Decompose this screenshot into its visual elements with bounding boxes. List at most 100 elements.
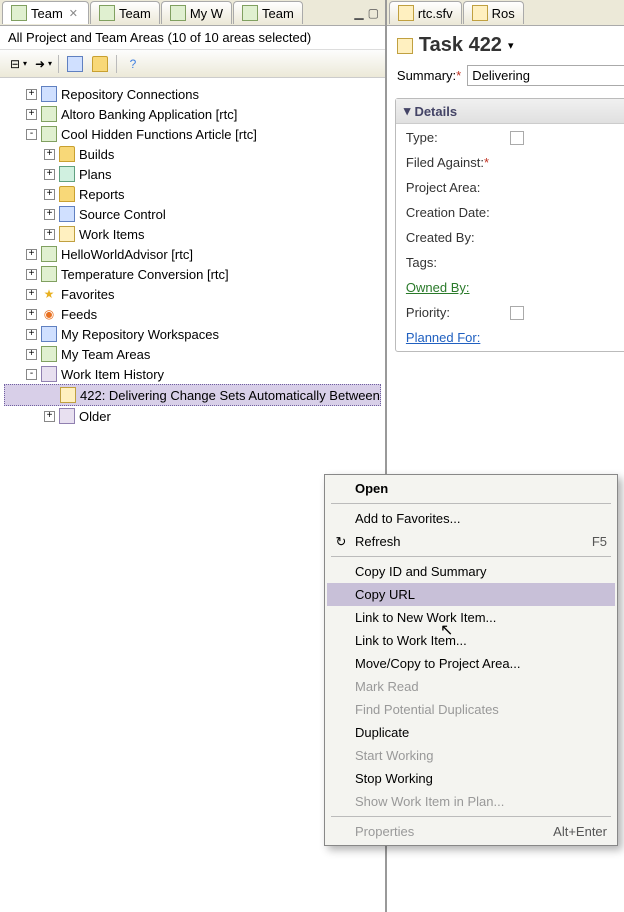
left-toolbar: ⊟▾ ➜▾ ? xyxy=(0,50,385,78)
menu-move-copy-to-project-area[interactable]: Move/Copy to Project Area... xyxy=(327,652,615,675)
tree-item[interactable]: + Altoro Banking Application [rtc] xyxy=(4,104,381,124)
expand-toggle[interactable]: + xyxy=(26,249,37,260)
menu-refresh[interactable]: ↻RefreshF5 xyxy=(327,530,615,553)
menu-stop-working[interactable]: Stop Working xyxy=(327,767,615,790)
collapse-all-button[interactable]: ⊟▾ xyxy=(6,54,28,74)
tab-team-1[interactable]: Team xyxy=(90,1,160,24)
menu-label: Link to New Work Item... xyxy=(355,610,496,625)
menu-label: Link to Work Item... xyxy=(355,633,467,648)
menu-open[interactable]: Open xyxy=(327,477,615,500)
star-icon: ★ xyxy=(41,286,57,302)
expand-toggle[interactable]: - xyxy=(26,369,37,380)
summary-input[interactable] xyxy=(467,65,624,86)
expand-toggle[interactable]: + xyxy=(26,309,37,320)
tree-label: Older xyxy=(79,409,111,424)
feed-icon: ◉ xyxy=(41,306,57,322)
expand-toggle[interactable] xyxy=(45,390,56,401)
tree-item[interactable]: +My Repository Workspaces xyxy=(4,324,381,344)
tree-item[interactable]: +Work Items xyxy=(4,224,381,244)
menu-link-to-new-work-item[interactable]: Link to New Work Item... xyxy=(327,606,615,629)
hist-icon xyxy=(41,366,57,382)
menu-label: Move/Copy to Project Area... xyxy=(355,656,520,671)
tree-item[interactable]: +◉Feeds xyxy=(4,304,381,324)
tab-label: Team xyxy=(31,6,63,21)
menu-label: Start Working xyxy=(355,748,434,763)
expand-toggle[interactable]: + xyxy=(26,109,37,120)
tree-item[interactable]: 422: Delivering Change Sets Automaticall… xyxy=(4,384,381,406)
expand-toggle[interactable]: + xyxy=(44,411,55,422)
menu-properties: PropertiesAlt+Enter xyxy=(327,820,615,843)
task-icon xyxy=(60,387,76,403)
help-button[interactable]: ? xyxy=(122,54,144,74)
expand-toggle[interactable]: + xyxy=(26,289,37,300)
tree-item[interactable]: +Repository Connections xyxy=(4,84,381,104)
expand-toggle[interactable]: + xyxy=(44,149,55,160)
tree-item[interactable]: -Work Item History xyxy=(4,364,381,384)
tree-item[interactable]: +★Favorites xyxy=(4,284,381,304)
refresh-icon: ↻ xyxy=(333,534,349,550)
tree-item[interactable]: + Older xyxy=(4,406,381,426)
expand-toggle[interactable]: + xyxy=(44,189,55,200)
menu-copy-id-and-summary[interactable]: Copy ID and Summary xyxy=(327,560,615,583)
arrow-icon: ➜ xyxy=(32,56,48,72)
menu-duplicate[interactable]: Duplicate xyxy=(327,721,615,744)
menu-label: Show Work Item in Plan... xyxy=(355,794,504,809)
tree-item[interactable]: +Plans xyxy=(4,164,381,184)
tree-item[interactable]: +Reports xyxy=(4,184,381,204)
tree-item[interactable]: + Temperature Conversion [rtc] xyxy=(4,264,381,284)
tab-label: My W xyxy=(190,6,223,21)
right-tab-0[interactable]: rtc.sfv xyxy=(389,1,462,24)
details-header[interactable]: ▾ Details xyxy=(396,99,624,124)
expand-toggle[interactable]: + xyxy=(44,169,55,180)
menu-label: Stop Working xyxy=(355,771,433,786)
expand-toggle[interactable]: + xyxy=(26,329,37,340)
menu-add-to-favorites[interactable]: Add to Favorites... xyxy=(327,507,615,530)
minimize-icon[interactable]: ▁ xyxy=(354,6,363,20)
menu-link-to-work-item[interactable]: Link to Work Item... xyxy=(327,629,615,652)
tab-label: Team xyxy=(119,6,151,21)
expand-button[interactable]: ➜▾ xyxy=(31,54,53,74)
field-value-box[interactable] xyxy=(510,306,524,320)
proj-icon xyxy=(41,266,57,282)
expand-toggle[interactable]: + xyxy=(26,349,37,360)
expand-toggle[interactable]: + xyxy=(44,209,55,220)
tree-label: Temperature Conversion [rtc] xyxy=(61,267,229,282)
field-label[interactable]: Planned For: xyxy=(406,330,506,345)
field-label: Filed Against:* xyxy=(406,155,506,170)
tab-team-0[interactable]: Team ✕ xyxy=(2,1,89,24)
tree-label: Altoro Banking Application [rtc] xyxy=(61,107,237,122)
tab-label: rtc.sfv xyxy=(418,6,453,21)
expand-toggle[interactable]: - xyxy=(26,129,37,140)
dropdown-icon[interactable]: ▾ xyxy=(508,39,514,52)
summary-row: Summary:* xyxy=(387,61,624,90)
tree-item[interactable]: +Source Control xyxy=(4,204,381,224)
expand-toggle[interactable]: + xyxy=(26,269,37,280)
proj-icon xyxy=(41,246,57,262)
expand-toggle[interactable]: + xyxy=(44,229,55,240)
tree-item[interactable]: +HelloWorldAdvisor [rtc] xyxy=(4,244,381,264)
right-tab-1[interactable]: Ros xyxy=(463,1,524,24)
team-icon xyxy=(170,5,186,21)
hist-icon xyxy=(59,408,75,424)
tool-button-2[interactable] xyxy=(89,54,111,74)
tree-item[interactable]: - Cool Hidden Functions Article [rtc] xyxy=(4,124,381,144)
tree-label: 422: Delivering Change Sets Automaticall… xyxy=(80,388,380,403)
close-icon[interactable]: ✕ xyxy=(67,7,80,20)
menu-copy-url[interactable]: Copy URL xyxy=(327,583,615,606)
expand-toggle[interactable]: + xyxy=(26,89,37,100)
proj-icon xyxy=(41,106,57,122)
menu-label: Duplicate xyxy=(355,725,409,740)
field-row: Created By: xyxy=(406,230,624,245)
menu-label: Copy URL xyxy=(355,587,415,602)
tree-label: Cool Hidden Functions Article [rtc] xyxy=(61,127,257,142)
tree-item[interactable]: +My Team Areas xyxy=(4,344,381,364)
tab-my-w-2[interactable]: My W xyxy=(161,1,232,24)
field-label[interactable]: Owned By: xyxy=(406,280,506,295)
tree-item[interactable]: + Builds xyxy=(4,144,381,164)
field-value-box[interactable] xyxy=(510,131,524,145)
menu-label: Mark Read xyxy=(355,679,419,694)
tree-label: Builds xyxy=(79,147,114,162)
maximize-icon[interactable]: ▢ xyxy=(368,6,379,20)
tab-team-3[interactable]: Team xyxy=(233,1,303,24)
tool-button-1[interactable] xyxy=(64,54,86,74)
